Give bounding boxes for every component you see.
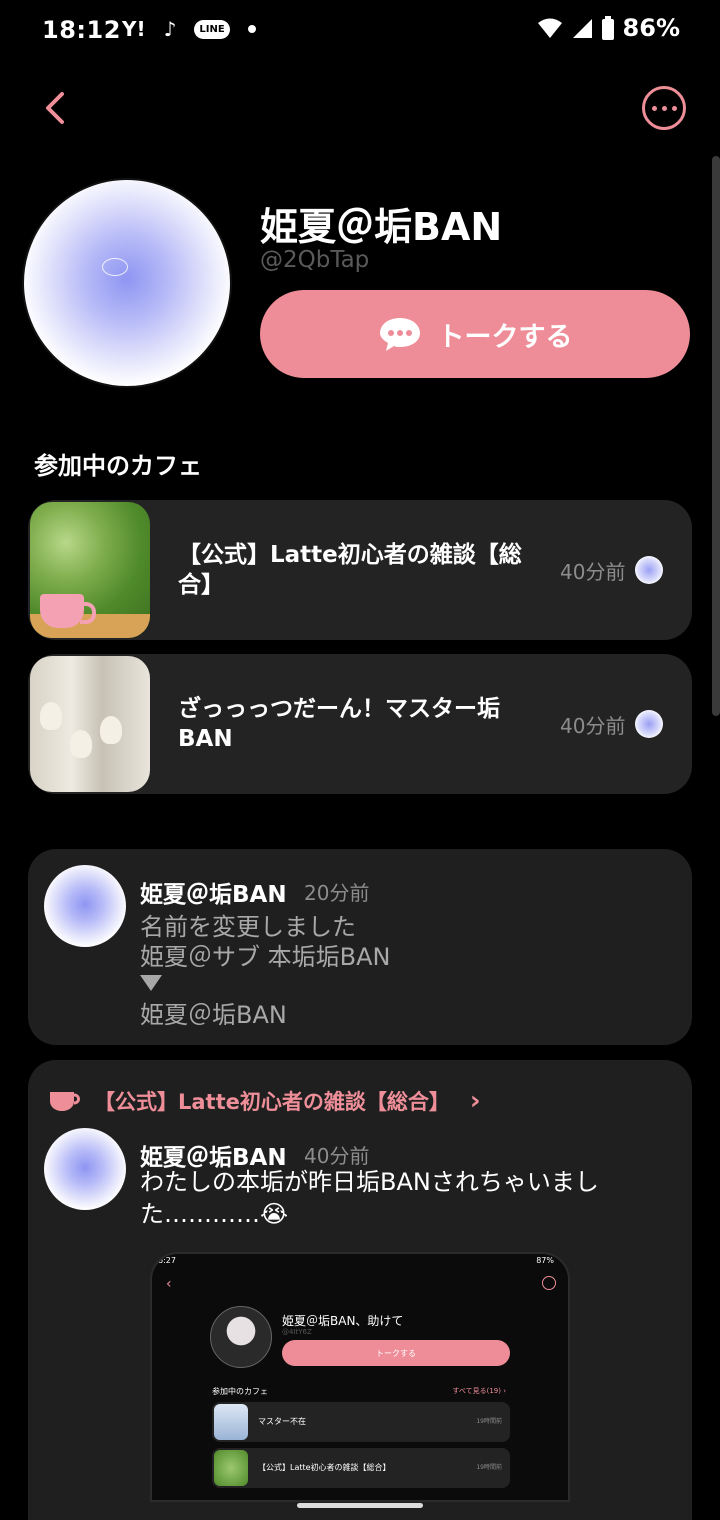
member-avatar: [635, 556, 663, 584]
cafe-title: ざっっっつだーん！マスター垢BAN: [178, 696, 500, 752]
cafe-item[interactable]: 【公式】Latte初心者の雑談【総合】 40分前: [28, 500, 692, 640]
post-avatar[interactable]: [44, 1128, 126, 1210]
back-button[interactable]: [36, 84, 76, 132]
shot-row-title: 【公式】Latte初心者の雑談【総合】: [258, 1463, 391, 1472]
more-icon: [651, 105, 657, 111]
post-time: 40分前: [304, 1144, 370, 1168]
shot-avatar: [210, 1306, 272, 1368]
shot-battery: 87%: [536, 1256, 554, 1265]
tiktok-icon: ♪: [163, 17, 177, 41]
shot-handle: @4ItY6Z: [282, 1328, 312, 1336]
post-body: わたしの本垢が昨日垢BANされちゃいました…………😭: [140, 1168, 599, 1228]
battery-percent: 86%: [622, 14, 680, 42]
shot-more-icon: [542, 1276, 556, 1290]
post-avatar[interactable]: [44, 865, 126, 947]
notification-icons: Y! ♪ LINE: [122, 14, 256, 44]
chat-bubble-icon: [379, 318, 420, 351]
post-time: 20分前: [304, 881, 370, 905]
teacup-icon: [40, 594, 96, 628]
cafe-time: 40分前: [560, 560, 626, 584]
system-icons: 86%: [537, 14, 680, 42]
cafe-post[interactable]: 【公式】Latte初心者の雑談【総合】 › 姫夏＠垢BAN 40分前 わたしの本…: [28, 1060, 692, 1520]
post-image[interactable]: 6:27 87% ‹ 姫夏＠垢BAN、助けて @4ItY6Z トークする 参加中…: [150, 1252, 570, 1502]
yahoo-icon: Y!: [122, 17, 146, 41]
old-name: 姫夏＠サブ 本垢垢BAN: [140, 943, 391, 971]
shot-talk-button: トークする: [282, 1340, 510, 1366]
teacup-icon: [50, 1092, 80, 1111]
talk-label: トークする: [437, 321, 573, 353]
scrollbar[interactable]: [712, 156, 720, 716]
activity-post-name-change[interactable]: 姫夏＠垢BAN 20分前 名前を変更しました 姫夏＠サブ 本垢垢BAN 姫夏＠垢…: [28, 849, 692, 1045]
home-indicator[interactable]: [297, 1503, 423, 1508]
cafe-thumbnail: [30, 656, 150, 792]
shot-row-time: 19時間前: [476, 1464, 502, 1471]
profile-handle: @2QbTap: [260, 247, 370, 273]
line-icon: LINE: [194, 19, 230, 39]
shot-time: 6:27: [158, 1256, 176, 1265]
cafe-thumbnail: [30, 502, 150, 638]
cafes-section-title: 参加中のカフェ: [34, 452, 202, 480]
battery-icon: [601, 16, 614, 40]
member-avatar: [635, 710, 663, 738]
shot-name: 姫夏＠垢BAN、助けて: [282, 1314, 404, 1328]
post-author: 姫夏＠垢BAN: [140, 882, 287, 908]
shot-row-time: 19時間前: [476, 1418, 502, 1425]
shot-row-title: マスター不在: [258, 1417, 306, 1426]
more-notifications-icon: [247, 25, 256, 33]
signal-icon: [572, 19, 592, 38]
shot-back-icon: ‹: [166, 1276, 172, 1292]
chevron-right-icon: ›: [469, 1086, 481, 1116]
down-arrow-icon: [140, 975, 162, 991]
shot-cafe-row: 【公式】Latte初心者の雑談【総合】 19時間前: [212, 1448, 510, 1488]
new-name: 姫夏＠垢BAN: [140, 1001, 287, 1029]
profile-avatar[interactable]: [22, 178, 232, 388]
talk-button[interactable]: トークする: [260, 290, 690, 378]
shot-talk-label: トークする: [376, 1348, 416, 1358]
cafe-item[interactable]: ざっっっつだーん！マスター垢BAN 40分前: [28, 654, 692, 794]
chevron-left-icon: [46, 92, 64, 124]
profile-name: 姫夏＠垢BAN: [260, 205, 503, 249]
status-bar: 18:12 Y! ♪ LINE 86%: [0, 0, 720, 60]
shot-section: 参加中のカフェ: [212, 1387, 268, 1396]
cafe-link-label: 【公式】Latte初心者の雑談【総合】: [94, 1090, 450, 1114]
wifi-icon: [537, 18, 562, 38]
planet-icon: [102, 258, 128, 276]
shot-see-all: すべて見る(19) ›: [452, 1387, 506, 1395]
cafe-time: 40分前: [560, 714, 626, 738]
cafe-link[interactable]: 【公式】Latte初心者の雑談【総合】 ›: [48, 1086, 481, 1116]
cafe-title: 【公式】Latte初心者の雑談【総合】: [178, 542, 522, 598]
more-options-button[interactable]: [642, 86, 686, 130]
shot-cafe-row: マスター不在 19時間前: [212, 1402, 510, 1442]
status-time: 18:12: [42, 16, 121, 44]
